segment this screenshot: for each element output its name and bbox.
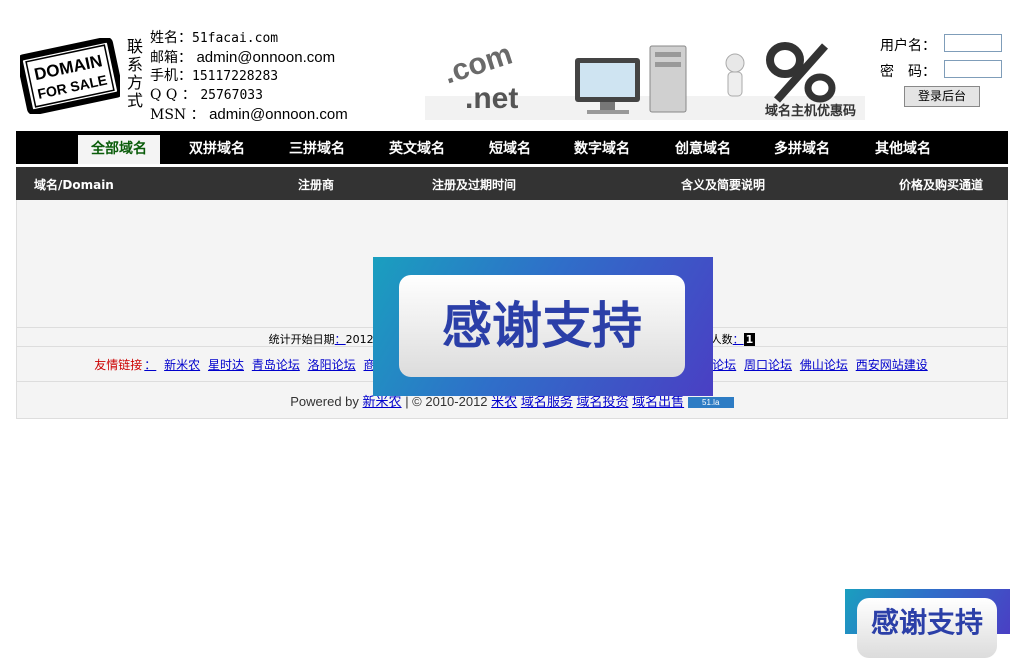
thanks-corner-popup-text: 感谢支持 xyxy=(857,598,997,658)
contact-phone: 手机：15117228283 xyxy=(150,68,279,84)
password-input[interactable] xyxy=(944,60,1002,78)
footer-link[interactable]: 域名投资 xyxy=(576,394,628,409)
stats-start-value: 2012 xyxy=(345,333,374,346)
footer-link[interactable]: 域名服务 xyxy=(521,394,573,409)
login-button[interactable]: 登录后台 xyxy=(904,86,980,107)
banner-caption: 域名主机优惠码 xyxy=(765,103,856,119)
footer-link[interactable]: 域名出售 xyxy=(632,394,684,409)
domain-table-header: 域名/Domain 注册商 注册及过期时间 含义及简要说明 价格及购买通道 xyxy=(16,167,1008,200)
friend-link[interactable]: 洛阳论坛 xyxy=(308,358,356,372)
col-price: 价格及购买通道 xyxy=(899,178,984,192)
nav-tab-multi-pinyin[interactable]: 多拼域名 xyxy=(761,135,843,164)
col-domain: 域名/Domain xyxy=(34,178,114,192)
stats-visitors-value: 1 xyxy=(743,333,756,346)
nav-tab-three-pinyin[interactable]: 三拼域名 xyxy=(276,135,358,164)
contact-heading: 联系方式 xyxy=(127,37,144,110)
col-registrar: 注册商 xyxy=(298,178,335,192)
footer-brand-link[interactable]: 新米农 xyxy=(363,394,402,409)
friend-link[interactable]: 西安网站建设 xyxy=(856,358,928,372)
contact-name: 姓名：51facai.com xyxy=(150,30,279,46)
footer-link[interactable]: 米农 xyxy=(491,394,517,409)
domain-for-sale-logo: DOMAIN FOR SALE xyxy=(20,38,120,114)
col-description: 含义及简要说明 xyxy=(681,178,766,192)
banner-dotnet-text: .net xyxy=(465,82,518,115)
username-input[interactable] xyxy=(944,34,1002,52)
nav-tab-two-pinyin[interactable]: 双拼域名 xyxy=(176,135,258,164)
nav-tab-short[interactable]: 短域名 xyxy=(476,135,544,164)
nav-tab-numeric[interactable]: 数字域名 xyxy=(561,135,643,164)
copyright-text: | © 2010-2012 xyxy=(405,394,488,409)
friend-link[interactable]: 青岛论坛 xyxy=(252,358,300,372)
friend-link[interactable]: 佛山论坛 xyxy=(800,358,848,372)
contact-qq: Q Q ： 25767033 xyxy=(150,87,263,103)
stats-counter-badge[interactable]: 51.la xyxy=(687,397,734,409)
friend-link[interactable]: 新米农 xyxy=(164,358,200,372)
nav-tab-all[interactable]: 全部域名 xyxy=(78,135,160,164)
username-label: 用户名： xyxy=(880,38,936,54)
thanks-popup[interactable]: 感谢支持 xyxy=(373,257,713,396)
nav-tab-creative[interactable]: 创意域名 xyxy=(662,135,744,164)
header-banner: .com .net 域名主机优惠码 xyxy=(425,38,865,120)
friend-link[interactable]: 论坛 xyxy=(712,358,736,372)
contact-msn: MSN ： admin@onnoon.com xyxy=(150,106,348,123)
thanks-corner-popup[interactable]: 感谢支持 xyxy=(845,589,1010,658)
col-reg-expiry: 注册及过期时间 xyxy=(432,178,517,192)
stats-start-label: 统计开始日期 xyxy=(268,333,335,346)
password-label: 密 码： xyxy=(880,64,936,80)
contact-email: 邮箱： admin@onnoon.com xyxy=(150,49,336,66)
thanks-popup-text: 感谢支持 xyxy=(399,275,685,377)
powered-by-text: Powered by xyxy=(290,394,359,409)
nav-tab-other[interactable]: 其他域名 xyxy=(862,135,944,164)
friend-link[interactable]: 星时达 xyxy=(208,358,244,372)
stats-visitors-label: 人数 xyxy=(710,333,733,346)
nav-tab-english[interactable]: 英文域名 xyxy=(376,135,458,164)
category-nav: 全部域名 双拼域名 三拼域名 英文域名 短域名 数字域名 创意域名 多拼域名 其… xyxy=(16,131,1008,164)
friend-link[interactable]: 周口论坛 xyxy=(744,358,792,372)
friend-links-label: 友情链接 xyxy=(94,358,143,372)
